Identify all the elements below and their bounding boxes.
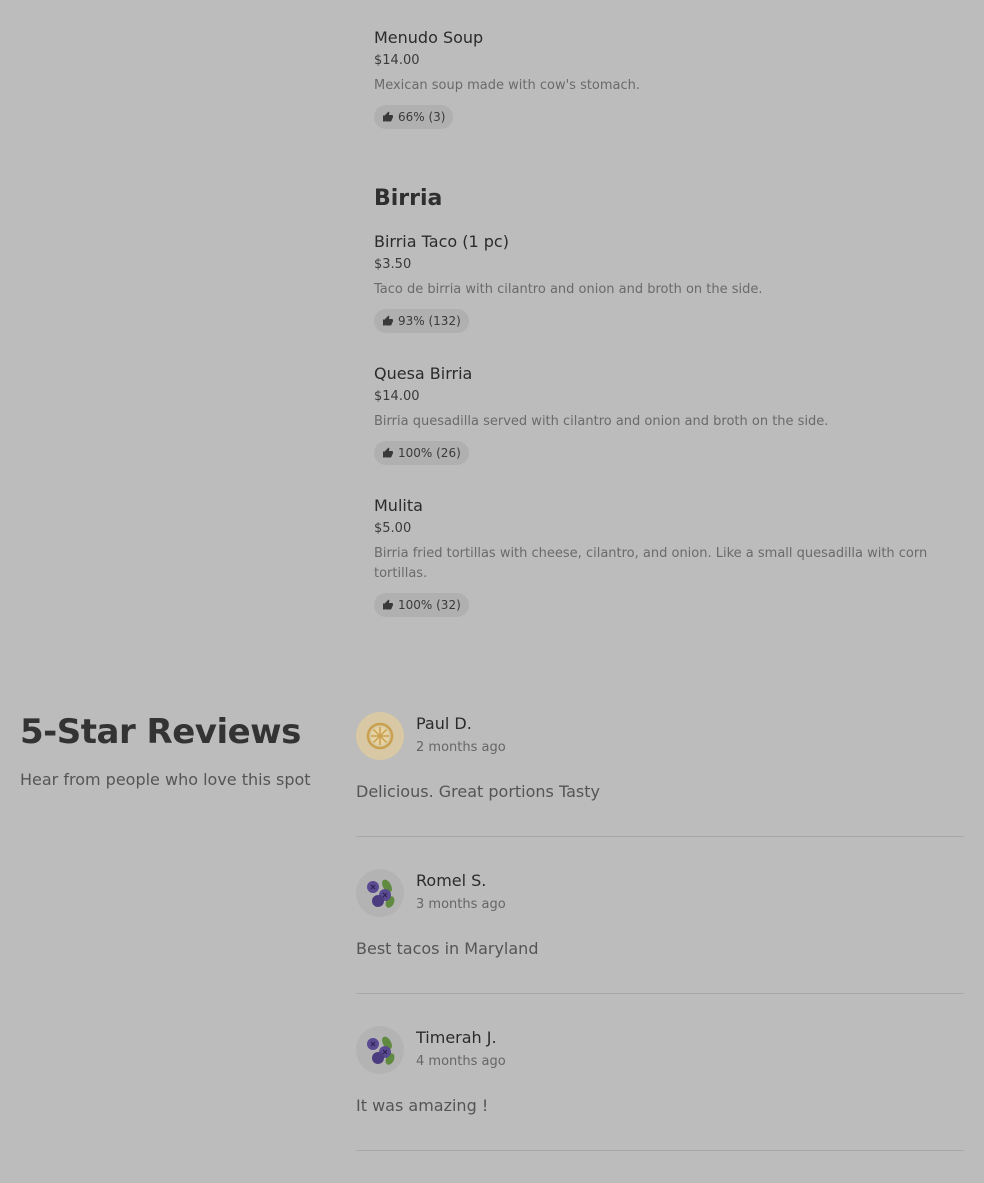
review-text: Delicious. Great portions Tasty	[356, 782, 600, 801]
rating-badge: 100% (32)	[374, 593, 469, 617]
rating-text: 66% (3)	[398, 110, 446, 124]
rating-text: 100% (26)	[398, 446, 461, 460]
review-card: Paul D. 2 months ago Delicious. Great po…	[356, 712, 964, 869]
thumbs-up-icon	[383, 447, 393, 458]
reviewer-name: Romel S.	[416, 871, 487, 890]
item-description: Taco de birria with cilantro and onion a…	[374, 282, 763, 297]
reviews-subtitle: Hear from people who love this spot	[20, 770, 311, 789]
review-card: Timerah J. 4 months ago It was amazing !	[356, 1026, 964, 1183]
menu-item-quesa-birria[interactable]: Quesa Birria $14.00 Birria quesadilla se…	[374, 364, 954, 474]
rating-badge: 66% (3)	[374, 105, 454, 129]
item-description: Birria quesadilla served with cilantro a…	[374, 414, 829, 429]
reviewer-name: Paul D.	[416, 714, 472, 733]
blueberries-icon	[356, 869, 404, 917]
reviewer-name: Timerah J.	[416, 1028, 497, 1047]
item-name: Mulita	[374, 496, 423, 515]
review-text: Best tacos in Maryland	[356, 939, 539, 958]
rating-badge: 93% (132)	[374, 309, 469, 333]
reviews-title: 5-Star Reviews	[20, 712, 301, 752]
review-card: Romel S. 3 months ago Best tacos in Mary…	[356, 869, 964, 1026]
review-date: 2 months ago	[416, 740, 506, 755]
menu-item-birria-taco[interactable]: Birria Taco (1 pc) $3.50 Taco de birria …	[374, 232, 954, 342]
divider	[356, 1150, 964, 1151]
blueberries-icon	[356, 1026, 404, 1074]
thumbs-up-icon	[383, 599, 393, 610]
item-price: $14.00	[374, 53, 420, 68]
item-name: Birria Taco (1 pc)	[374, 232, 509, 251]
section-title-birria: Birria	[374, 186, 443, 211]
review-text: It was amazing !	[356, 1096, 489, 1115]
divider	[356, 836, 964, 837]
divider	[356, 993, 964, 994]
thumbs-up-icon	[383, 111, 393, 122]
item-name: Menudo Soup	[374, 28, 484, 47]
item-price: $14.00	[374, 389, 420, 404]
rating-text: 93% (132)	[398, 314, 461, 328]
rating-badge: 100% (26)	[374, 441, 469, 465]
thumbs-up-icon	[383, 315, 393, 326]
rating-text: 100% (32)	[398, 598, 461, 612]
lemon-slice-icon	[356, 712, 404, 760]
item-name: Quesa Birria	[374, 364, 473, 383]
item-price: $3.50	[374, 257, 412, 272]
item-description: Birria fried tortillas with cheese, cila…	[374, 546, 928, 581]
item-price: $5.00	[374, 521, 412, 536]
menu-item-menudo-soup[interactable]: Menudo Soup $14.00 Mexican soup made wit…	[374, 28, 954, 138]
menu-item-mulita[interactable]: Mulita $5.00 Birria fried tortillas with…	[374, 496, 954, 626]
review-date: 4 months ago	[416, 1054, 506, 1069]
review-date: 3 months ago	[416, 897, 506, 912]
item-description: Mexican soup made with cow's stomach.	[374, 78, 641, 93]
